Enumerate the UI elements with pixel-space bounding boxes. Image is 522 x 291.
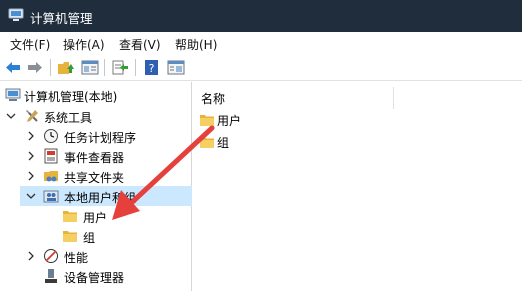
tree-item-performance[interactable]: 性能 (0, 246, 192, 266)
tree-item-shared-folders[interactable]: 共享文件夹 (0, 166, 192, 186)
tree-item-label: 事件查看器 (64, 151, 125, 165)
tree-item-label: 共享文件夹 (64, 171, 125, 185)
tree-item-label: 用户 (83, 211, 108, 225)
menu-view[interactable]: 查看(V) (119, 36, 161, 53)
show-hide-icon[interactable] (167, 59, 185, 76)
forward-arrow-icon[interactable] (26, 59, 44, 76)
toolbar-separator (50, 59, 51, 76)
tree-item-event-viewer[interactable]: 事件查看器 (0, 146, 192, 166)
tree-item-users[interactable]: 用户 (0, 206, 192, 226)
menu-action[interactable]: 操作(A) (63, 36, 105, 53)
title-bar: 计算机管理 (0, 0, 522, 32)
tree-item-label: 本地用户和组 (64, 191, 137, 205)
tree-item-computer-management[interactable]: 计算机管理(本地) (0, 85, 192, 105)
computer-management-icon (8, 8, 24, 21)
chevron-down-icon[interactable] (6, 111, 16, 121)
performance-icon (44, 249, 58, 263)
shared-folder-icon (44, 171, 58, 182)
up-folder-icon[interactable] (57, 59, 75, 76)
folder-icon (200, 137, 214, 148)
back-arrow-icon[interactable] (4, 59, 22, 76)
list-item-groups[interactable]: 组 (193, 132, 522, 152)
window-title: 计算机管理 (30, 11, 93, 26)
toolbar: ? (0, 54, 522, 81)
menu-file[interactable]: 文件(F) (10, 36, 50, 53)
folder-icon (200, 115, 214, 126)
toolbar-separator (135, 59, 136, 76)
tree-item-task-scheduler[interactable]: 任务计划程序 (0, 126, 192, 146)
chevron-right-icon[interactable] (26, 251, 36, 261)
details-pane: 名称 用户 组 (193, 82, 522, 291)
computer-icon (5, 88, 21, 101)
console-tree-icon[interactable] (81, 59, 99, 76)
svg-text:?: ? (149, 62, 155, 75)
folder-icon (63, 231, 77, 242)
tree-item-label: 组 (83, 231, 96, 245)
list-item-label: 用户 (217, 114, 242, 128)
menu-bar: 文件(F) 操作(A) 查看(V) 帮助(H) (0, 32, 522, 54)
column-header-name[interactable]: 名称 (193, 87, 394, 109)
export-list-icon[interactable] (111, 59, 129, 76)
tools-icon (26, 110, 38, 122)
console-tree: 计算机管理(本地) 系统工具 任务计划程序 事件查看器 共享文件夹 本地用户和组… (0, 82, 192, 291)
chevron-down-icon[interactable] (26, 191, 36, 201)
tree-item-system-tools[interactable]: 系统工具 (0, 106, 192, 126)
chevron-right-icon[interactable] (26, 131, 36, 141)
chevron-right-icon[interactable] (26, 171, 36, 181)
help-icon[interactable]: ? (143, 59, 161, 76)
tree-item-groups[interactable]: 组 (0, 226, 192, 246)
list-item-users[interactable]: 用户 (193, 110, 522, 130)
tree-item-label: 计算机管理(本地) (24, 90, 118, 104)
event-viewer-icon (44, 148, 58, 164)
toolbar-separator (104, 59, 105, 76)
tree-item-device-manager[interactable]: 设备管理器 (0, 266, 192, 286)
tree-item-local-users-groups[interactable]: 本地用户和组 (20, 186, 192, 206)
tree-item-label: 系统工具 (44, 111, 93, 125)
folder-icon (63, 211, 77, 222)
tree-item-label: 设备管理器 (64, 271, 125, 285)
users-group-icon (43, 190, 59, 203)
device-manager-icon (45, 269, 57, 283)
tree-item-label: 性能 (64, 251, 89, 265)
clock-icon (44, 129, 58, 143)
list-item-label: 组 (217, 136, 230, 150)
chevron-right-icon[interactable] (26, 151, 36, 161)
tree-item-label: 任务计划程序 (64, 131, 137, 145)
column-header-label: 名称 (201, 92, 226, 106)
menu-help[interactable]: 帮助(H) (175, 36, 217, 53)
